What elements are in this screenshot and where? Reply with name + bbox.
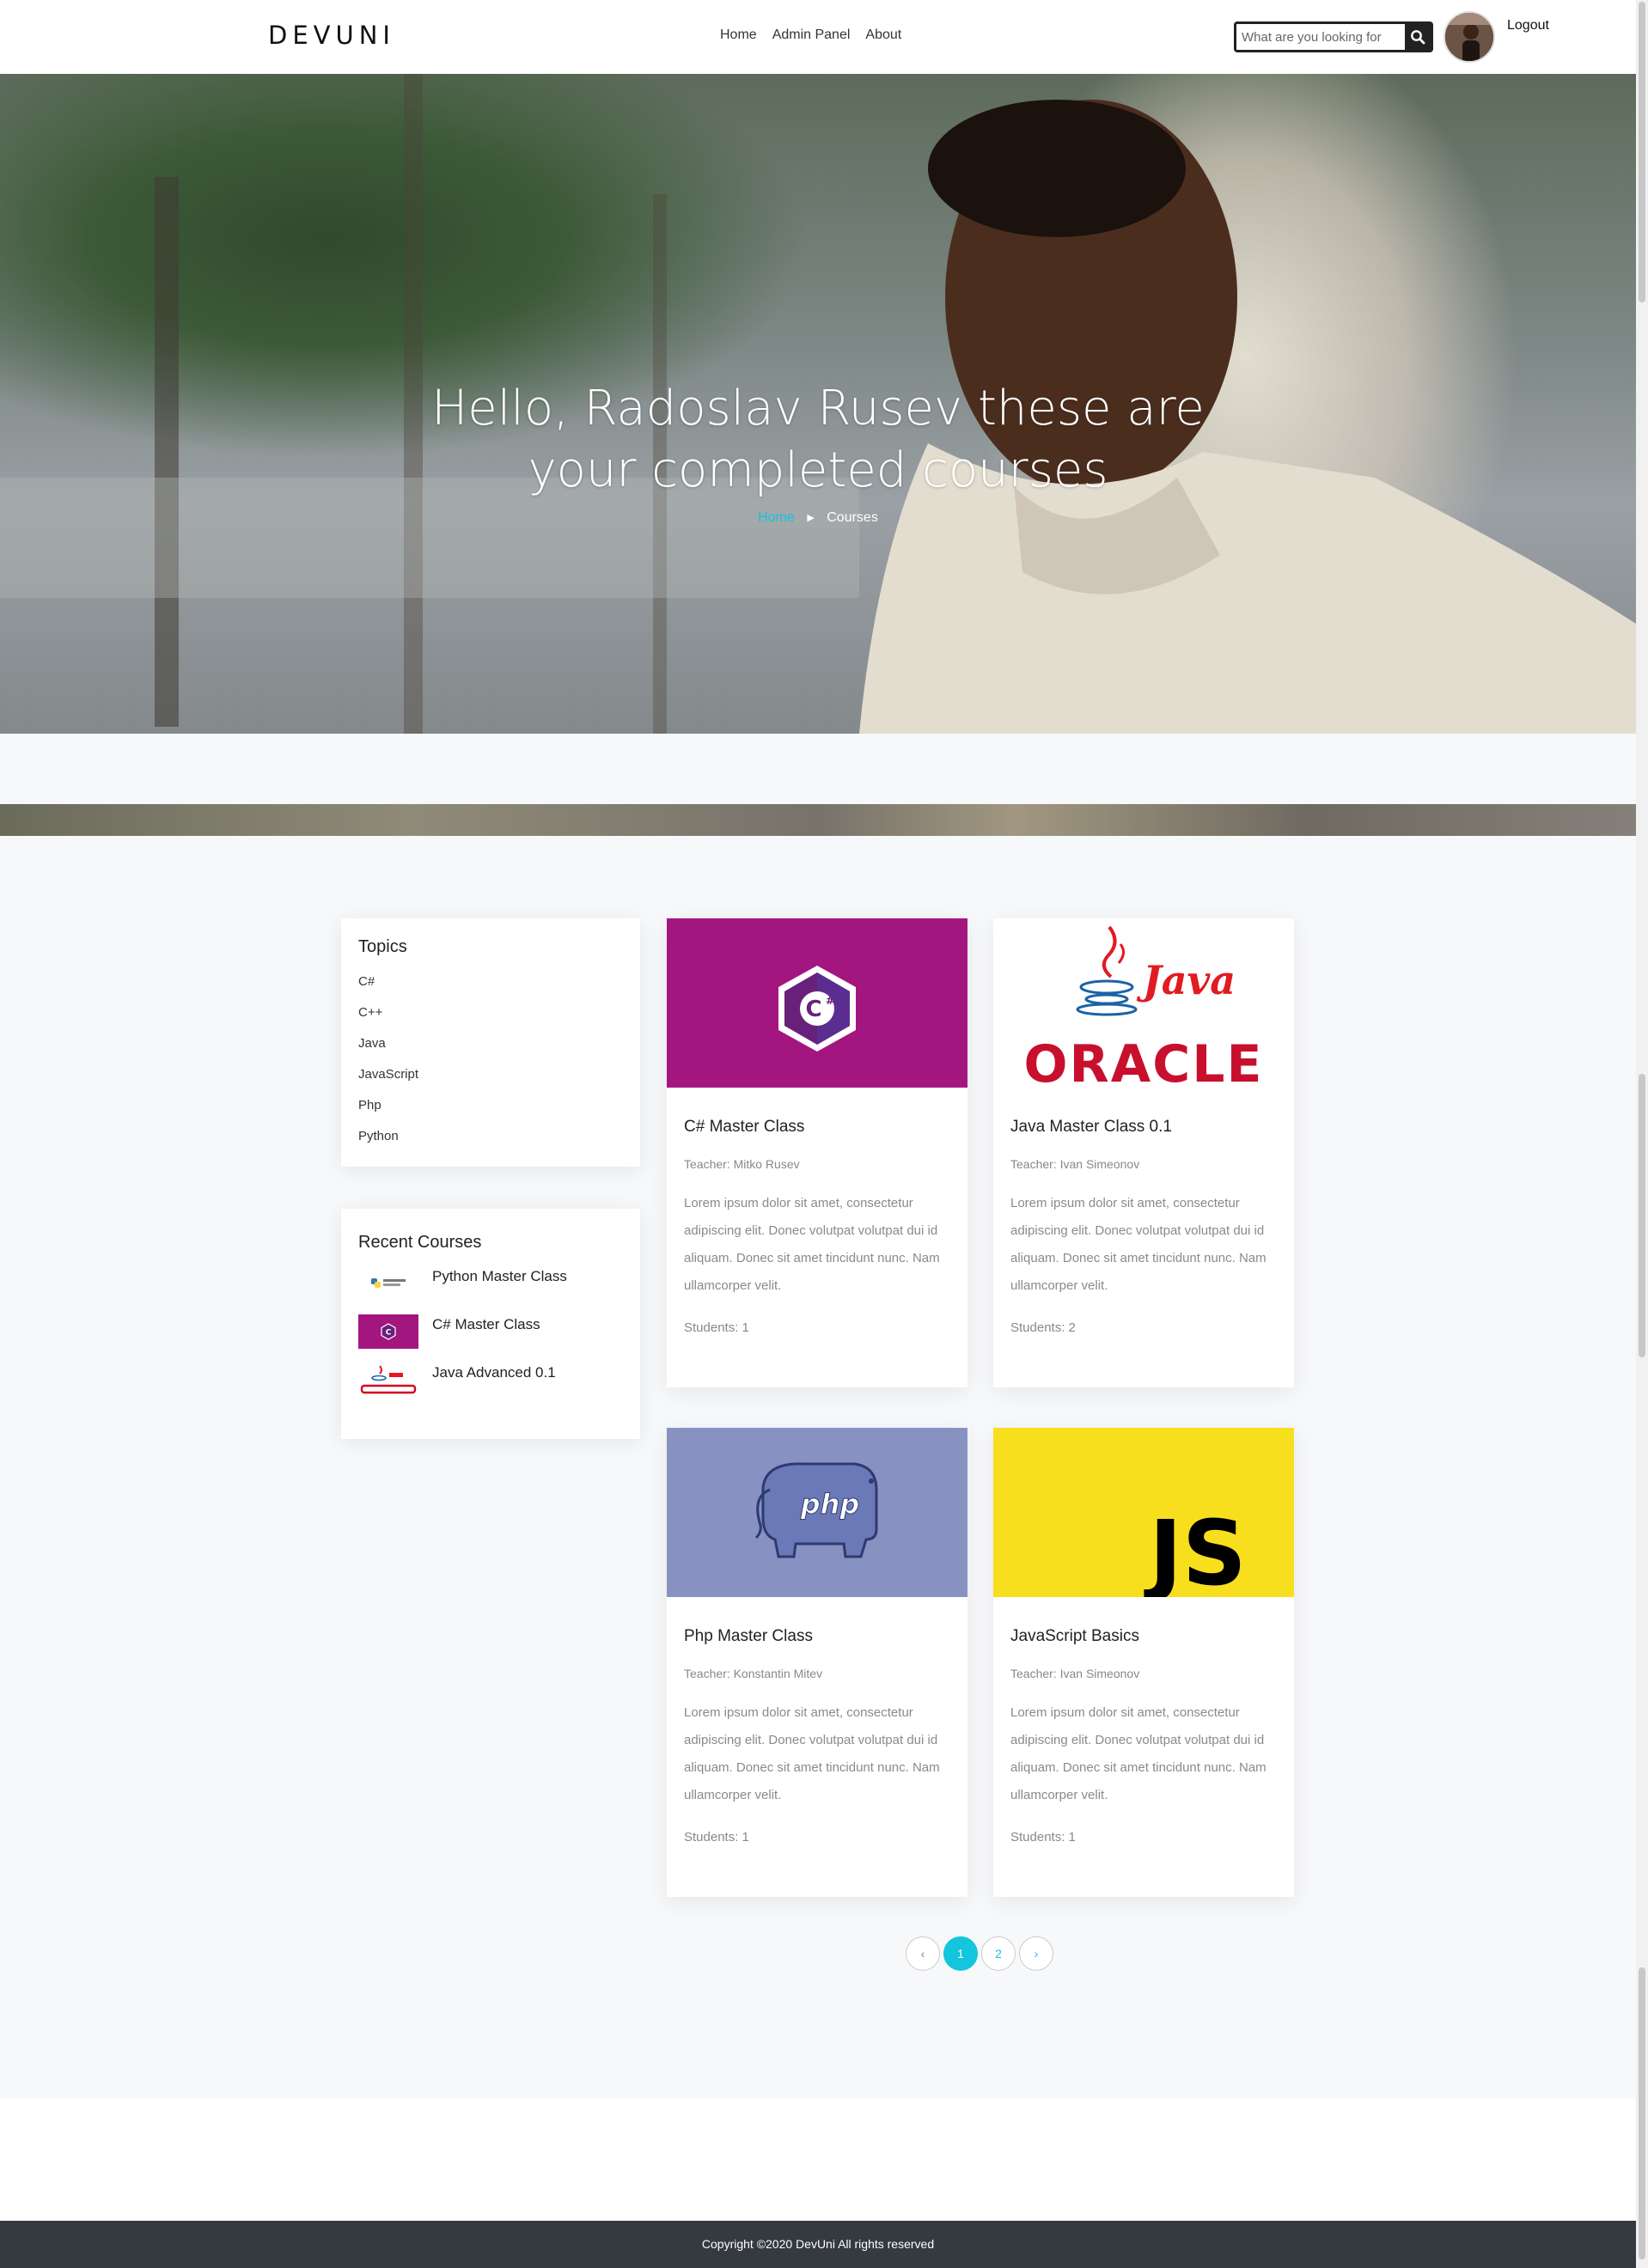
- course-card[interactable]: JS JavaScript Basics Teacher: Ivan Simeo…: [993, 1428, 1294, 1897]
- footer-copyright: Copyright ©2020 DevUni All rights reserv…: [701, 2237, 935, 2251]
- topic-link-cpp[interactable]: C++: [358, 1002, 623, 1033]
- course-title[interactable]: Php Master Class: [684, 1627, 950, 1646]
- hero-banner: Hello, Radoslav Rusev these are your com…: [0, 74, 1636, 734]
- recent-course-item[interactable]: C C# Master Class: [358, 1314, 623, 1363]
- scrollbar-thumb[interactable]: [1639, 1074, 1645, 1357]
- course-teacher: Teacher: Ivan Simeonov: [1010, 1667, 1140, 1680]
- svg-text:JS: JS: [1144, 1501, 1247, 1597]
- logout-link[interactable]: Logout: [1507, 18, 1549, 34]
- recent-course-item[interactable]: Java Advanced 0.1: [358, 1363, 623, 1411]
- python-logo-icon: [358, 1266, 418, 1301]
- footer: Copyright ©2020 DevUni All rights reserv…: [0, 2221, 1636, 2268]
- course-students: Students: 1: [684, 1320, 749, 1335]
- course-teacher: Teacher: Ivan Simeonov: [1010, 1157, 1140, 1171]
- recent-course-title[interactable]: Python Master Class: [432, 1266, 567, 1287]
- search-form: [1234, 21, 1433, 52]
- svg-text:C: C: [805, 997, 821, 1022]
- topic-link-python[interactable]: Python: [358, 1125, 623, 1156]
- svg-text:Java: Java: [1136, 957, 1236, 1003]
- recent-courses-title: Recent Courses: [358, 1233, 482, 1252]
- course-description: Lorem ipsum dolor sit amet, consectetur …: [1010, 1705, 1267, 1802]
- topic-link-csharp[interactable]: C#: [358, 971, 623, 1002]
- top-navbar: DEVUNI Home Admin Panel About Logout: [0, 0, 1636, 74]
- brand-logo[interactable]: DEVUNI: [268, 21, 395, 50]
- pagination-page-2[interactable]: 2: [981, 1936, 1016, 1971]
- course-card[interactable]: php Php Master Class Teacher: Konstantin…: [667, 1428, 967, 1897]
- breadcrumb: Home ▶ Courses: [0, 510, 1636, 526]
- course-card[interactable]: C # C# Master Class Teacher: Mitko Rusev…: [667, 918, 967, 1387]
- course-image[interactable]: JS: [993, 1428, 1294, 1597]
- course-card[interactable]: Java ORACLE Java Master Class 0.1 Teache…: [993, 918, 1294, 1387]
- search-input[interactable]: [1236, 24, 1405, 50]
- course-students: Students: 1: [1010, 1830, 1076, 1844]
- recent-course-item[interactable]: Python Master Class: [358, 1266, 623, 1314]
- course-title[interactable]: Java Master Class 0.1: [1010, 1118, 1277, 1137]
- nav-about-link[interactable]: About: [865, 27, 901, 43]
- pagination-prev-button[interactable]: ‹: [906, 1936, 940, 1971]
- footer-spacer: [0, 2099, 1636, 2221]
- page-scrollbar[interactable]: [1636, 0, 1648, 2268]
- recent-course-title[interactable]: Java Advanced 0.1: [432, 1363, 556, 1383]
- pagination-next-button[interactable]: ›: [1019, 1936, 1053, 1971]
- svg-text:#: #: [826, 995, 834, 1007]
- avatar-photo: [1445, 13, 1493, 61]
- breadcrumb-separator-icon: ▶: [807, 513, 815, 523]
- course-description: Lorem ipsum dolor sit amet, consectetur …: [1010, 1196, 1267, 1293]
- course-teacher: Teacher: Mitko Rusev: [684, 1157, 800, 1171]
- topic-link-javascript[interactable]: JavaScript: [358, 1064, 623, 1094]
- course-students: Students: 2: [1010, 1320, 1076, 1335]
- nav-home-link[interactable]: Home: [720, 27, 757, 43]
- recent-course-title[interactable]: C# Master Class: [432, 1314, 540, 1335]
- java-oracle-logo-icon: Java ORACLE: [1024, 925, 1264, 1088]
- main-nav: Home Admin Panel About: [720, 27, 901, 43]
- java-oracle-logo-icon: [358, 1363, 418, 1397]
- php-elephant-icon: php: [754, 1462, 878, 1558]
- course-students: Students: 1: [684, 1830, 749, 1844]
- topic-link-php[interactable]: Php: [358, 1094, 623, 1125]
- topic-link-java[interactable]: Java: [358, 1033, 623, 1064]
- svg-text:C: C: [386, 1329, 392, 1338]
- svg-text:php: php: [800, 1488, 860, 1521]
- course-image[interactable]: Java ORACLE: [993, 918, 1294, 1088]
- course-title[interactable]: JavaScript Basics: [1010, 1627, 1277, 1646]
- hero-title: Hello, Radoslav Rusev these are your com…: [431, 381, 1205, 498]
- scrollbar-thumb[interactable]: [1639, 1967, 1645, 2259]
- user-avatar[interactable]: [1444, 11, 1495, 63]
- nav-admin-panel-link[interactable]: Admin Panel: [772, 27, 851, 43]
- recent-courses-widget: Recent Courses Python Master Class C C# …: [341, 1209, 640, 1439]
- course-title[interactable]: C# Master Class: [684, 1118, 950, 1137]
- topics-title: Topics: [358, 937, 407, 956]
- pagination-page-1[interactable]: 1: [943, 1936, 978, 1971]
- course-image[interactable]: php: [667, 1428, 967, 1597]
- pagination: ‹ 1 2 ›: [906, 1936, 1053, 1971]
- decorative-photo-strip: [0, 804, 1636, 836]
- breadcrumb-current: Courses: [827, 510, 878, 525]
- breadcrumb-home-link[interactable]: Home: [758, 510, 795, 525]
- csharp-logo-icon: C #: [778, 966, 856, 1052]
- scrollbar-thumb[interactable]: [1639, 2, 1645, 302]
- csharp-logo-icon: C: [358, 1314, 418, 1349]
- svg-text:ORACLE: ORACLE: [1024, 1034, 1264, 1088]
- search-icon: [1411, 30, 1425, 45]
- course-description: Lorem ipsum dolor sit amet, consectetur …: [684, 1705, 940, 1802]
- javascript-logo-icon: JS: [1144, 1501, 1247, 1597]
- topics-widget: Topics C# C++ Java JavaScript Php Python: [341, 918, 640, 1167]
- course-teacher: Teacher: Konstantin Mitev: [684, 1667, 823, 1680]
- course-description: Lorem ipsum dolor sit amet, consectetur …: [684, 1196, 940, 1293]
- search-button[interactable]: [1405, 24, 1431, 50]
- course-image[interactable]: C #: [667, 918, 967, 1088]
